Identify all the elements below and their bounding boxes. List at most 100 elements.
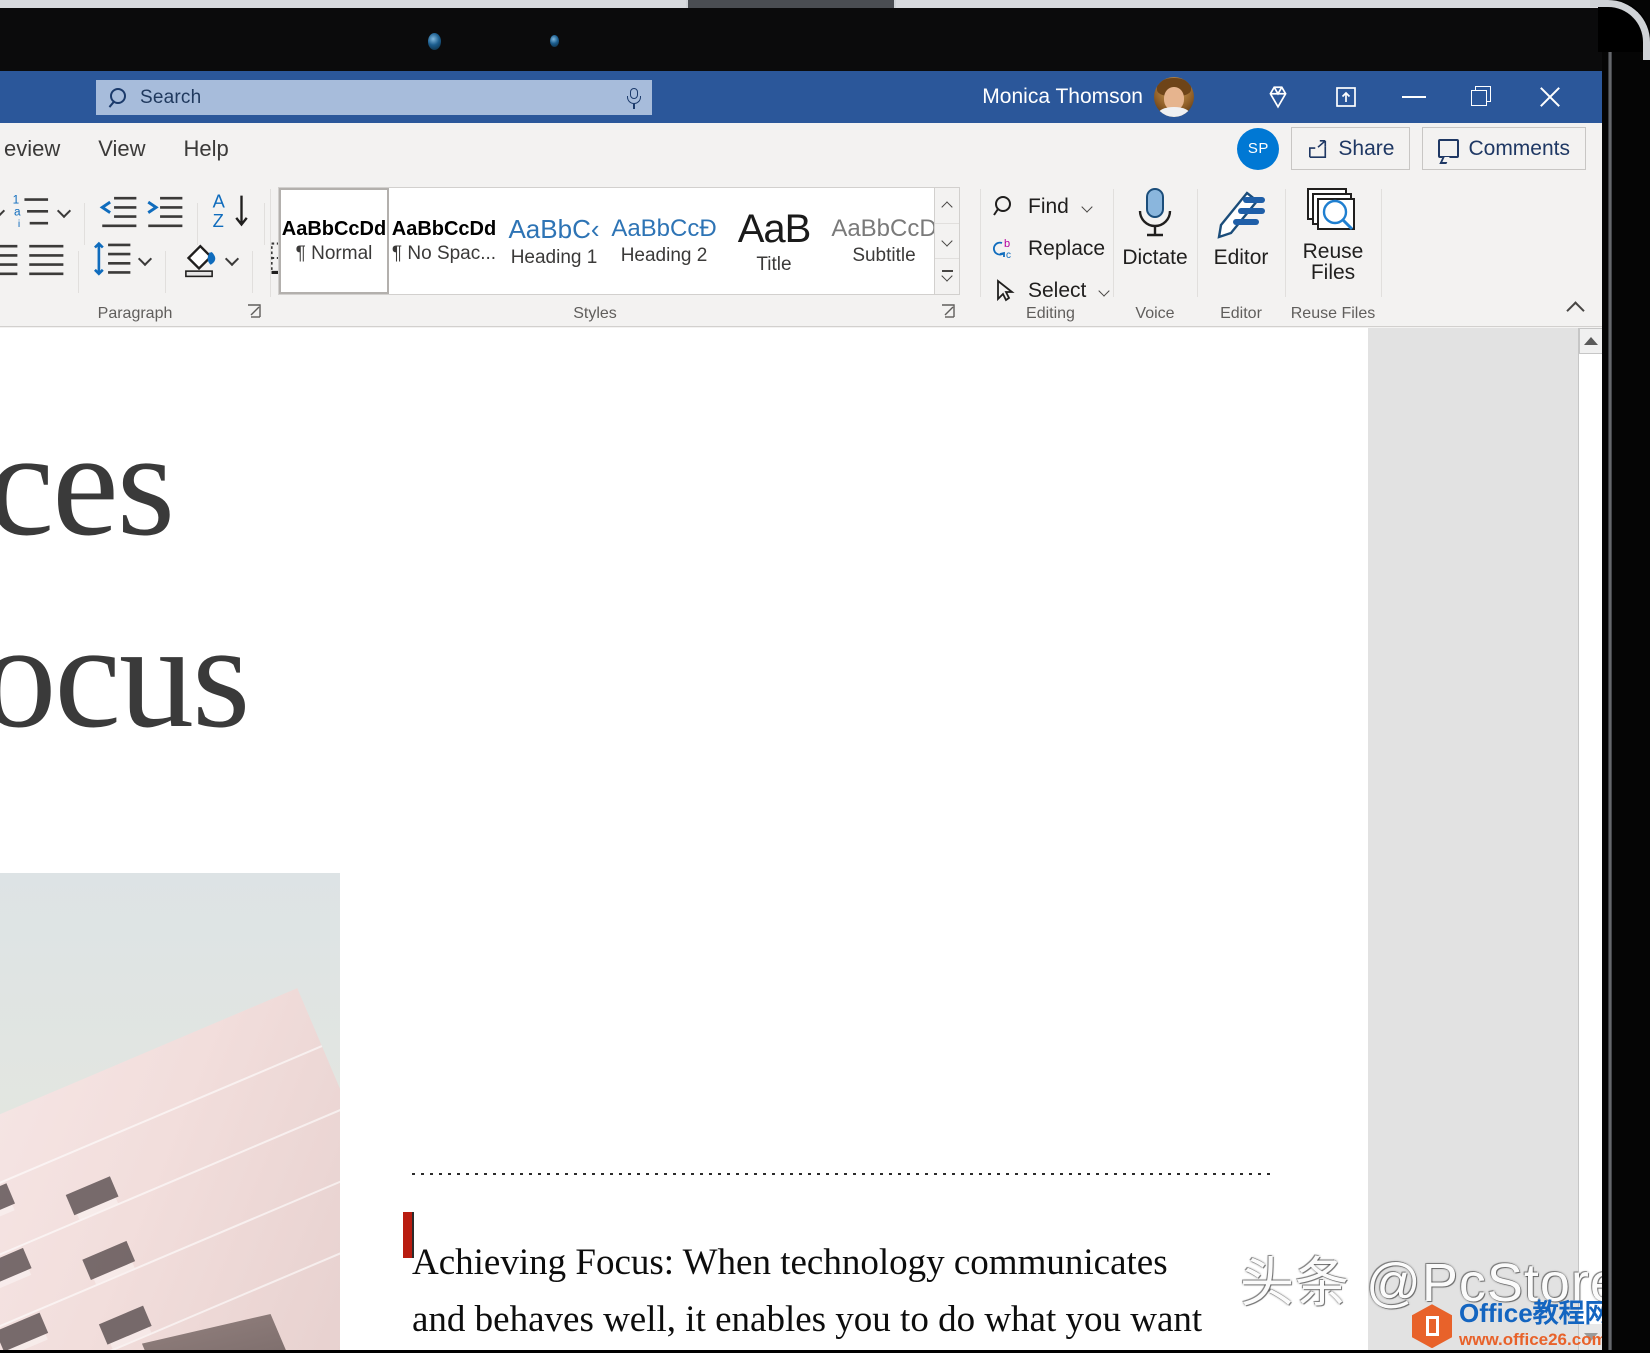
styles-dialog-launcher[interactable] <box>940 303 958 321</box>
style-preview: AaBbCcDd <box>282 218 386 241</box>
minimize-button[interactable] <box>1380 71 1448 123</box>
style-item-title[interactable]: AaB Title <box>719 188 829 294</box>
webcam-icon <box>428 33 441 50</box>
find-button[interactable]: Find <box>992 189 1111 225</box>
styles-gallery-scroll <box>934 187 960 295</box>
restore-up-icon[interactable] <box>1312 71 1380 123</box>
document-image[interactable] <box>0 873 340 1350</box>
styles-scroll-down-button[interactable] <box>935 223 959 259</box>
search-icon <box>108 87 130 109</box>
multilevel-list-icon[interactable]: 1 a i <box>10 189 52 231</box>
microphone-icon[interactable] <box>626 87 642 109</box>
dictate-button[interactable]: Dictate <box>1113 185 1197 270</box>
editor-button[interactable]: Editor <box>1197 185 1285 270</box>
scroll-up-arrow-icon[interactable] <box>1579 328 1602 354</box>
ribbon-group-paragraph: 1 a i <box>0 175 270 327</box>
ribbon-group-styles: AaBbCcDd ¶ Normal AaBbCcDd ¶ No Spac... … <box>278 175 972 327</box>
style-label: Subtitle <box>852 245 915 267</box>
styles-scroll-up-button[interactable] <box>935 188 959 223</box>
collaborator-avatar-sp[interactable]: SP <box>1237 128 1279 170</box>
reuse-files-label-line2: Files <box>1311 262 1355 285</box>
document-paragraph[interactable]: Achieving Focus: When technology communi… <box>412 1234 1222 1350</box>
group-label-editing: Editing <box>988 305 1113 323</box>
styles-gallery[interactable]: AaBbCcDd ¶ Normal AaBbCcDd ¶ No Spac... … <box>278 187 940 295</box>
tabrow-actions: SP Share Comments <box>1237 127 1586 170</box>
divider-top <box>412 1173 1272 1175</box>
style-item-no-spacing[interactable]: AaBbCcDd ¶ No Spac... <box>389 188 499 294</box>
maximize-button[interactable] <box>1448 71 1516 123</box>
style-label: ¶ Normal <box>296 243 373 265</box>
justify-icon[interactable] <box>24 237 66 279</box>
style-preview: AaB <box>738 207 811 252</box>
shading-icon[interactable] <box>178 237 220 279</box>
select-cursor-icon <box>992 278 1020 304</box>
svg-text:i: i <box>18 218 20 230</box>
bullets-dropdown-chevron-icon[interactable] <box>0 202 6 218</box>
camera-sensor-icon <box>550 35 559 47</box>
style-preview: AaBbCcĐ <box>611 215 716 243</box>
svg-text:A: A <box>213 190 226 211</box>
share-button[interactable]: Share <box>1291 127 1410 170</box>
ribbon: 1 a i <box>0 175 1602 327</box>
tab-review[interactable]: eview <box>0 132 76 166</box>
style-item-heading-2[interactable]: AaBbCcĐ Heading 2 <box>609 188 719 294</box>
reuse-files-button[interactable]: Reuse Files <box>1285 185 1381 284</box>
tab-view[interactable]: View <box>82 132 161 166</box>
document-heading-line1: ences <box>0 388 550 580</box>
group-label-reuse-files: Reuse Files <box>1285 305 1381 323</box>
collapse-ribbon-chevron-icon[interactable] <box>1566 300 1588 316</box>
comments-button[interactable]: Comments <box>1422 127 1586 170</box>
share-label: Share <box>1338 137 1394 161</box>
avatar[interactable] <box>1154 77 1194 117</box>
shading-chevron-icon[interactable] <box>224 250 240 266</box>
multilevel-dropdown-chevron-icon[interactable] <box>56 202 72 218</box>
sort-icon[interactable]: A Z <box>210 189 252 231</box>
word-application-window: Search Monica Thomson <box>0 71 1602 1350</box>
style-item-heading-1[interactable]: AaBbC‹ Heading 1 <box>499 188 609 294</box>
styles-more-button[interactable] <box>935 258 959 294</box>
group-label-styles: Styles <box>248 305 942 323</box>
replace-button[interactable]: b c Replace <box>992 231 1111 267</box>
find-label: Find <box>1028 195 1069 219</box>
comments-icon <box>1438 139 1459 158</box>
line-spacing-chevron-icon[interactable] <box>137 250 153 266</box>
style-label: ¶ No Spac... <box>392 243 496 265</box>
search-placeholder: Search <box>140 87 626 109</box>
close-button[interactable] <box>1516 71 1584 123</box>
replace-icon: b c <box>992 236 1020 262</box>
document-heading: ences r focus <box>0 388 550 772</box>
device-frame: Search Monica Thomson <box>0 0 1650 1350</box>
search-input[interactable]: Search <box>96 80 652 115</box>
watermark-office-title: Office教程网 <box>1459 1298 1611 1328</box>
svg-text:b: b <box>1004 238 1010 250</box>
select-chevron-down-icon[interactable] <box>1098 287 1111 296</box>
document-page[interactable]: ences r focus <box>0 328 1368 1350</box>
building-photograph <box>0 988 340 1350</box>
bezel-top-black <box>0 8 1650 71</box>
titlebar-buttons <box>1244 71 1584 123</box>
line-spacing-icon[interactable] <box>91 237 133 279</box>
ribbon-group-editing: Find b c Replace <box>988 175 1113 327</box>
ribbon-tabs: eview View Help SP Share Comments <box>0 123 1602 175</box>
premium-diamond-icon[interactable] <box>1244 71 1312 123</box>
ribbon-group-voice: Dictate Voice <box>1113 175 1197 327</box>
svg-text:c: c <box>1006 250 1011 261</box>
align-right-icon[interactable] <box>0 237 20 279</box>
style-label: Heading 2 <box>621 245 708 267</box>
replace-label: Replace <box>1028 237 1105 261</box>
comments-label: Comments <box>1468 137 1570 161</box>
vertical-scrollbar[interactable] <box>1578 328 1602 1350</box>
style-item-subtitle[interactable]: AaBbCcD Subtitle <box>829 188 939 294</box>
decrease-indent-icon[interactable] <box>97 189 139 231</box>
tab-help[interactable]: Help <box>168 132 245 166</box>
svg-text:a: a <box>14 204 21 218</box>
document-heading-line2: r focus <box>0 580 550 772</box>
style-item-normal[interactable]: AaBbCcDd ¶ Normal <box>279 188 389 294</box>
select-button[interactable]: Select <box>992 273 1111 309</box>
find-chevron-down-icon[interactable] <box>1081 203 1094 212</box>
account-control[interactable]: Monica Thomson <box>982 71 1194 123</box>
style-preview: AaBbC‹ <box>508 214 599 245</box>
increase-indent-icon[interactable] <box>143 189 185 231</box>
group-label-editor: Editor <box>1197 305 1285 323</box>
watermark-office: Office教程网 www.office26.com <box>1412 1300 1611 1353</box>
